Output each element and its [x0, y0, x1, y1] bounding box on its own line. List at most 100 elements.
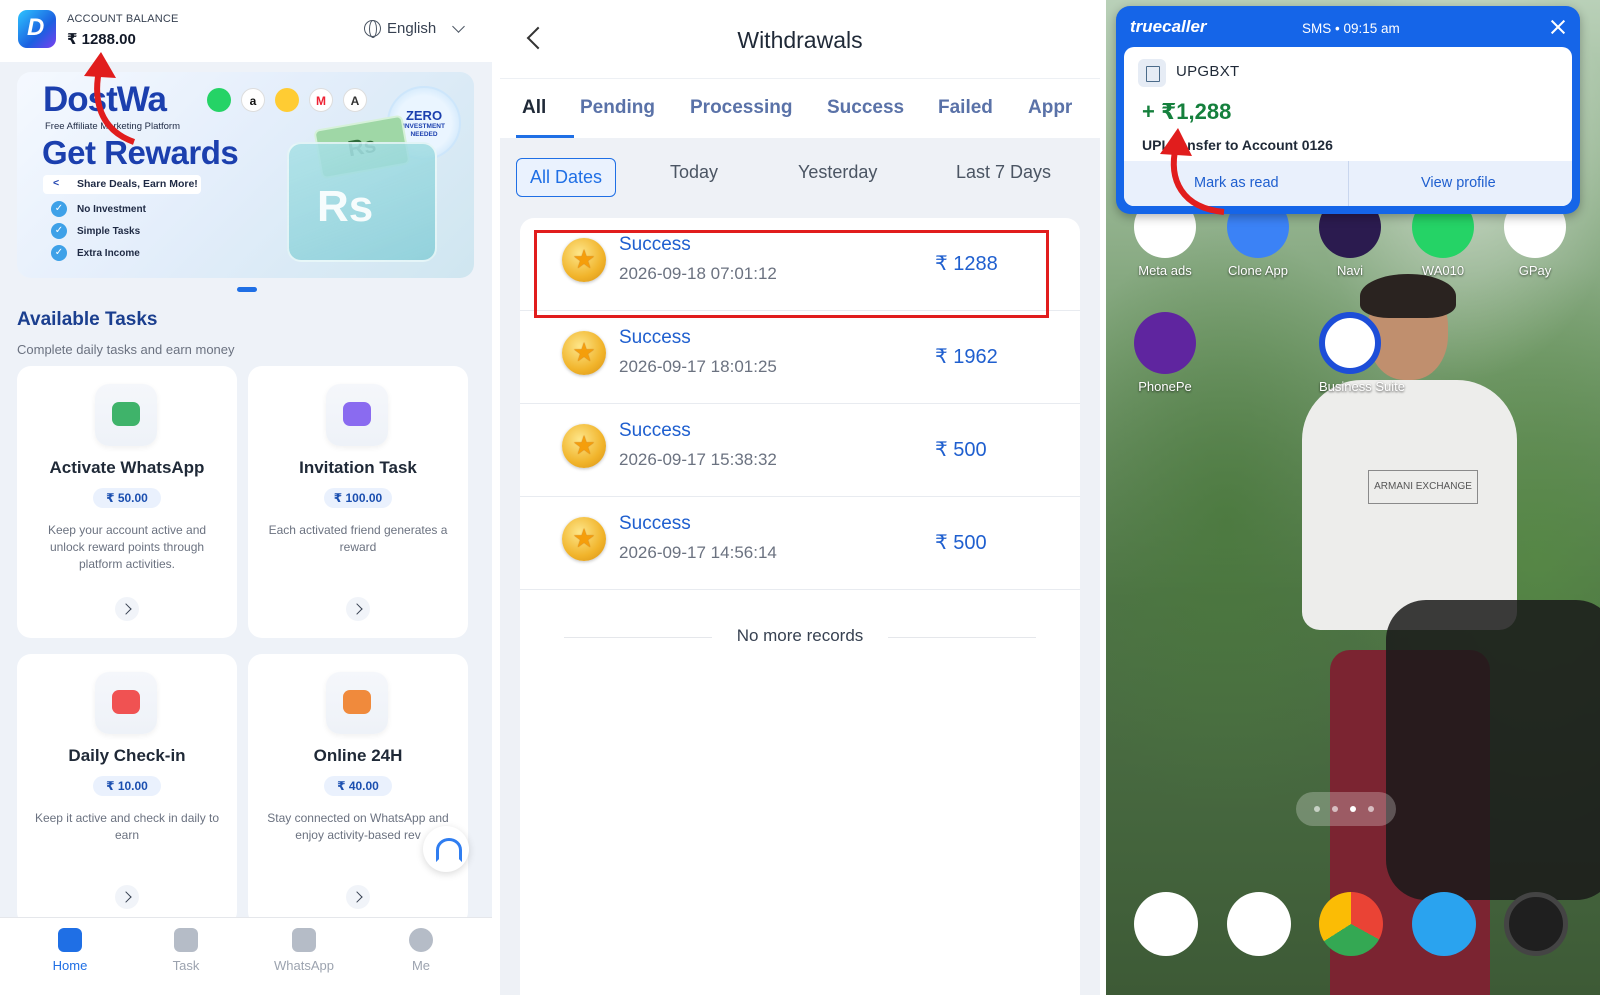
withdrawals-panel: Withdrawals All Pending Processing Succe… — [500, 0, 1100, 995]
withdrawal-amount: ₹ 500 — [935, 439, 987, 461]
task-card-invitation[interactable]: Invitation Task ₹ 100.00 Each activated … — [248, 366, 468, 638]
withdrawal-amount: ₹ 1962 — [935, 346, 998, 368]
face-icon — [409, 928, 433, 952]
red-highlight-box — [534, 230, 1049, 318]
app-label: Meta ads — [1138, 263, 1192, 278]
phone-icon[interactable] — [1134, 892, 1198, 956]
chevron-right-icon[interactable] — [346, 885, 370, 909]
task-reward: ₹ 100.00 — [324, 488, 392, 508]
nav-task[interactable]: Task — [146, 918, 226, 973]
withdrawal-row[interactable]: Success 2026-09-17 15:38:32 ₹ 500 — [520, 404, 1080, 497]
chevron-down-icon — [452, 20, 466, 33]
chat-icon — [95, 384, 157, 446]
balance-label: ACCOUNT BALANCE — [67, 13, 179, 25]
task-card-daily-checkin[interactable]: Daily Check-in ₹ 10.00 Keep it active an… — [17, 654, 237, 926]
nav-label: Task — [172, 958, 200, 973]
building-icon — [1138, 59, 1166, 87]
task-title: Activate WhatsApp — [49, 458, 205, 477]
chevron-right-icon[interactable] — [115, 597, 139, 621]
task-reward: ₹ 50.00 — [93, 488, 161, 508]
view-profile-button[interactable]: View profile — [1421, 175, 1496, 191]
task-icon-glyph — [112, 690, 140, 714]
withdrawal-row[interactable]: Success 2026-09-17 18:01:25 ₹ 1962 — [520, 311, 1080, 404]
task-title: Online 24H — [313, 746, 403, 765]
app-dock — [1106, 870, 1600, 995]
phone-home-screen: ARMANI EXCHANGE Meta ads Clone App Navi … — [1106, 0, 1600, 995]
section-title: Available Tasks — [17, 309, 158, 330]
balance-value: ₹ 1288.00 — [67, 31, 136, 48]
banner-app-icons: a M A — [207, 88, 367, 112]
nav-whatsapp[interactable]: WhatsApp — [264, 918, 344, 973]
app-label: Clone App — [1228, 263, 1288, 278]
amazon-icon: a — [241, 88, 265, 112]
banner-feature: Simple Tasks — [47, 223, 140, 239]
tab-processing[interactable]: Processing — [690, 97, 792, 119]
page-dot-active — [1350, 806, 1356, 812]
whatsapp-icon — [207, 88, 231, 112]
banner-feature: Extra Income — [47, 245, 140, 261]
app-label: PhonePe — [1138, 379, 1192, 394]
business-suite-icon — [1319, 312, 1381, 374]
messages-icon[interactable] — [1227, 892, 1291, 956]
task-card-online-24h[interactable]: Online 24H ₹ 40.00 Stay connected on Wha… — [248, 654, 468, 926]
tab-approved[interactable]: Appr — [1028, 97, 1072, 119]
page-dot — [1314, 806, 1320, 812]
chrome-icon[interactable] — [1319, 892, 1383, 956]
motorbike — [1386, 600, 1600, 900]
tab-all[interactable]: All — [522, 97, 546, 119]
active-tab-underline — [516, 135, 574, 138]
status-tabs: All Pending Processing Success Failed Ap… — [500, 78, 1100, 138]
filter-today[interactable]: Today — [670, 162, 718, 183]
tab-success[interactable]: Success — [827, 97, 904, 119]
app-business-suite[interactable]: Business Suite — [1319, 312, 1405, 394]
home-icon — [326, 672, 388, 734]
task-description: Keep it active and check in daily to ear… — [34, 811, 220, 842]
page-dot — [1332, 806, 1338, 812]
filter-last-7-days[interactable]: Last 7 Days — [956, 162, 1051, 183]
nav-me[interactable]: Me — [381, 918, 461, 973]
task-icon-glyph — [112, 402, 140, 426]
divider — [1348, 161, 1349, 206]
red-arrow-annotation — [84, 52, 136, 145]
wallet-illustration — [287, 142, 437, 262]
task-card-activate-whatsapp[interactable]: Activate WhatsApp ₹ 50.00 Keep your acco… — [17, 366, 237, 638]
coin-icon — [562, 331, 606, 375]
support-headset-icon[interactable] — [423, 826, 469, 872]
tab-failed[interactable]: Failed — [938, 97, 993, 119]
app-phonepe[interactable]: PhonePe — [1134, 312, 1196, 394]
chevron-right-icon[interactable] — [115, 885, 139, 909]
shirt-logo: ARMANI EXCHANGE — [1368, 470, 1478, 504]
close-icon[interactable] — [1550, 19, 1566, 35]
task-reward: ₹ 40.00 — [324, 776, 392, 796]
notification-meta: SMS • 09:15 am — [1302, 21, 1400, 36]
withdrawal-list: Success 2026-09-18 07:01:12 ₹ 1288 Succe… — [520, 218, 1080, 995]
withdrawal-row[interactable]: Success 2026-09-17 14:56:14 ₹ 500 — [520, 497, 1080, 590]
withdrawal-row[interactable]: Success 2026-09-18 07:01:12 ₹ 1288 — [520, 218, 1080, 318]
tab-pending[interactable]: Pending — [580, 97, 655, 119]
withdrawal-amount: ₹ 500 — [935, 532, 987, 554]
app-label: Navi — [1336, 263, 1363, 278]
withdrawal-status: Success — [619, 513, 691, 534]
filter-yesterday[interactable]: Yesterday — [798, 162, 877, 183]
coin-icon — [562, 424, 606, 468]
user-icon — [326, 384, 388, 446]
task-icon — [174, 928, 198, 952]
task-title: Invitation Task — [299, 458, 417, 477]
ajio-icon: A — [343, 88, 367, 112]
dostwa-app-panel: ACCOUNT BALANCE ₹ 1288.00 English DostWa… — [0, 0, 492, 995]
carousel-indicator — [237, 287, 257, 292]
chevron-right-icon[interactable] — [346, 597, 370, 621]
banner-share-text: Share Deals, Earn More! — [43, 175, 201, 194]
globe-icon — [364, 20, 381, 38]
task-description: Keep your account active and unlock rewa… — [47, 523, 207, 571]
language-selector[interactable]: English — [364, 20, 466, 38]
task-title: Daily Check-in — [68, 746, 186, 765]
telegram-icon[interactable] — [1412, 892, 1476, 956]
withdrawal-datetime: 2026-09-17 18:01:25 — [619, 357, 777, 376]
filter-all-dates[interactable]: All Dates — [516, 158, 617, 197]
nav-home[interactable]: Home — [30, 918, 110, 973]
date-filters: All Dates Today Yesterday Last 7 Days — [500, 152, 1100, 200]
app-logo[interactable] — [18, 10, 56, 48]
camera-icon[interactable] — [1504, 892, 1568, 956]
home-icon — [58, 928, 82, 952]
